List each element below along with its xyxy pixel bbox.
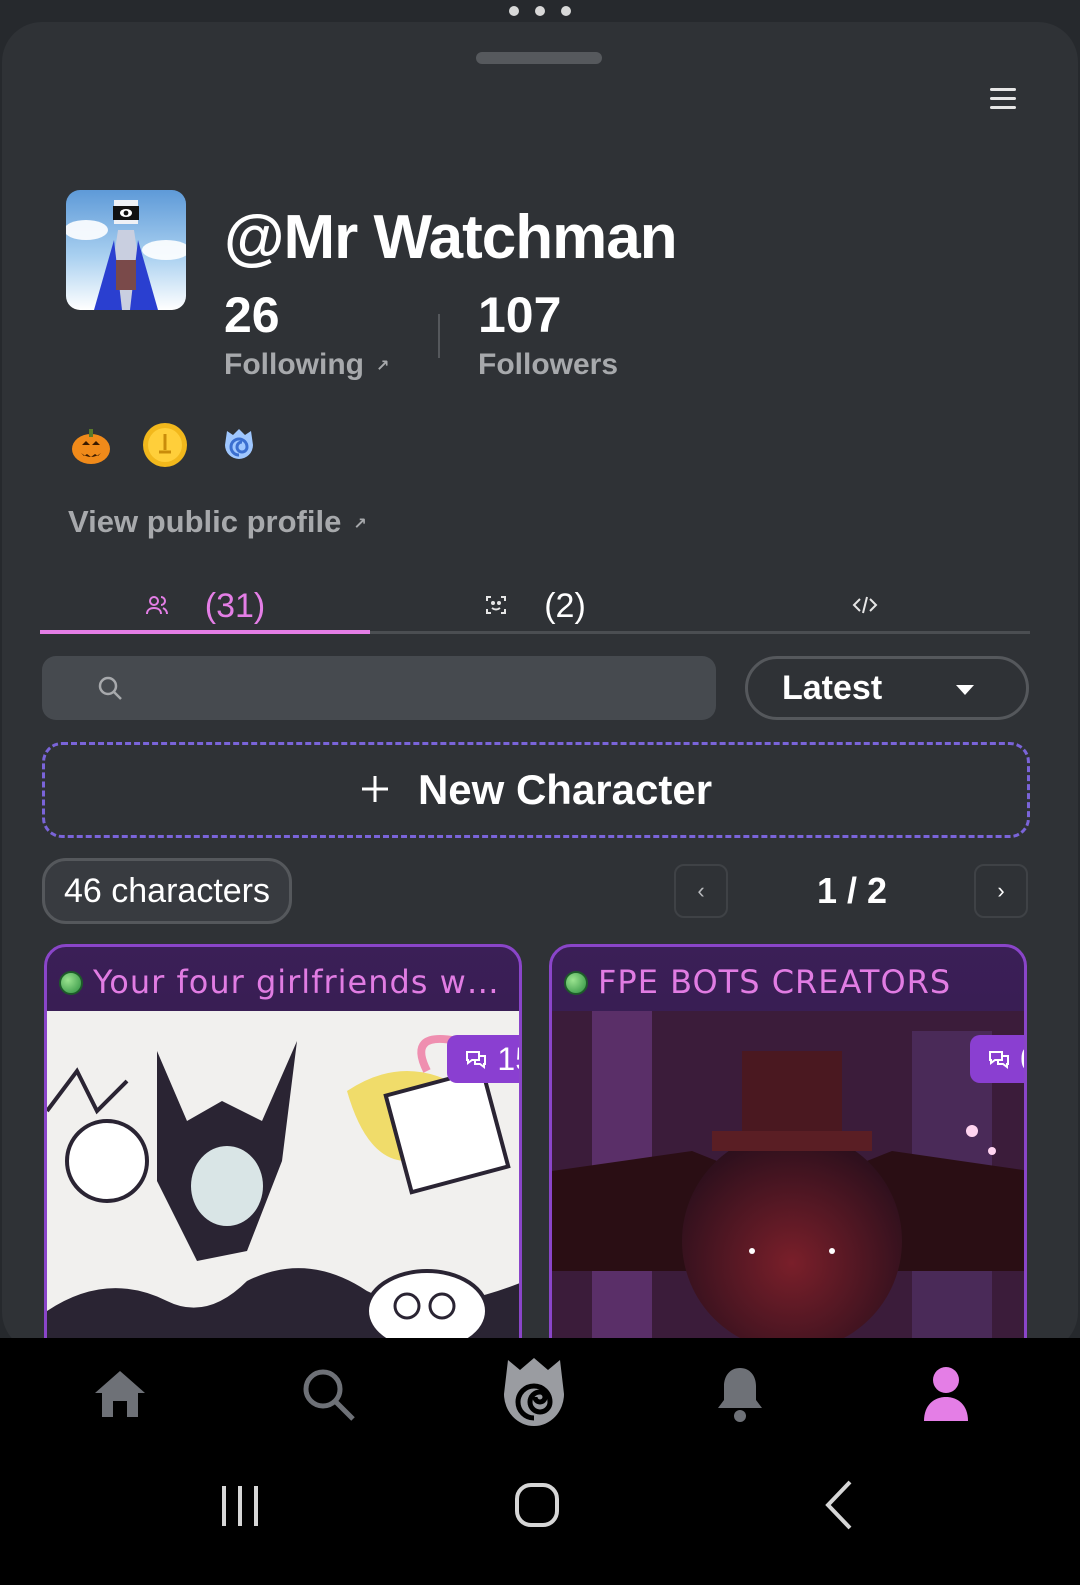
page-indicator: 1 / 2 (816, 870, 888, 911)
search-icon (96, 674, 124, 707)
tab-code[interactable] (700, 582, 1030, 631)
chat-icon (988, 1041, 1010, 1078)
chat-icon (465, 1041, 487, 1078)
stat-divider (438, 314, 440, 358)
coin-icon[interactable] (142, 422, 188, 468)
people-icon (145, 587, 169, 626)
username: @Mr Watchman (224, 203, 678, 272)
character-card[interactable]: FPE BOTS CREATORS (549, 944, 1027, 1352)
tab-personas[interactable]: (2) (370, 582, 700, 631)
chat-count-badge: 15 (447, 1035, 519, 1083)
character-card[interactable]: Your four girlfriends wan... 15 (44, 944, 522, 1352)
view-public-profile-link[interactable]: View public profile ↗ (68, 504, 367, 540)
globe-icon (59, 971, 83, 995)
recents-icon[interactable] (218, 1484, 262, 1533)
back-icon[interactable] (824, 1480, 854, 1535)
search-input[interactable] (42, 656, 716, 720)
home-circle-icon[interactable] (514, 1482, 560, 1533)
menu-icon[interactable] (990, 88, 1016, 112)
scan-face-icon (484, 587, 508, 626)
character-card-title: FPE BOTS CREATORS (598, 963, 952, 1001)
character-count-badge: 46 characters (42, 858, 292, 924)
profile-sheet: @Mr Watchman 26 Following ↗ 107 Followers… (2, 22, 1078, 1352)
chevron-right-icon: › (997, 878, 1005, 903)
home-icon[interactable] (80, 1354, 160, 1434)
tab-personas-label: (2) (544, 587, 586, 625)
bell-icon[interactable] (700, 1354, 780, 1434)
new-character-button[interactable]: New Character (42, 742, 1030, 838)
profile-icon[interactable] (906, 1354, 986, 1434)
next-page-button[interactable]: › (974, 864, 1028, 918)
swirl-logo-icon[interactable] (494, 1354, 574, 1434)
sort-select[interactable]: Latest (745, 656, 1029, 720)
following-count[interactable]: 26 (224, 286, 280, 344)
external-arrow-icon: ↗ (375, 358, 390, 376)
search-nav-icon[interactable] (288, 1354, 368, 1434)
chat-count: 15 (497, 1040, 519, 1077)
view-public-profile-label: View public profile (68, 504, 342, 539)
tab-characters-label: (31) (204, 586, 266, 625)
chat-count-badge: 0 (970, 1035, 1024, 1083)
chat-count: 0 (1020, 1041, 1024, 1078)
external-arrow-icon: ↗ (353, 515, 367, 533)
window-dots (0, 4, 1080, 24)
followers-label[interactable]: Followers (478, 348, 618, 382)
new-character-label: New Character (417, 766, 713, 813)
tab-bar: (31) (2) (40, 582, 1030, 634)
prev-page-button[interactable]: ‹ (674, 864, 728, 918)
chevron-down-icon (956, 685, 974, 695)
tab-characters[interactable]: (31) (40, 582, 370, 634)
avatar (66, 190, 186, 310)
swirl-icon[interactable] (216, 422, 262, 468)
followers-count[interactable]: 107 (478, 286, 561, 344)
globe-icon (564, 971, 588, 995)
sort-select-value: Latest (782, 668, 883, 707)
plus-icon (360, 766, 390, 814)
following-link[interactable]: Following ↗ (224, 348, 389, 382)
character-card-image (552, 1011, 1024, 1352)
character-card-title: Your four girlfriends wan... (93, 963, 519, 1001)
system-nav-bar (0, 1448, 1080, 1585)
code-icon (852, 587, 878, 626)
badge-row (68, 422, 262, 468)
pumpkin-icon[interactable] (68, 422, 114, 468)
bottom-nav (0, 1338, 1080, 1448)
following-label: Following (224, 348, 364, 381)
chevron-left-icon: ‹ (697, 878, 705, 903)
drag-handle[interactable] (476, 52, 602, 64)
